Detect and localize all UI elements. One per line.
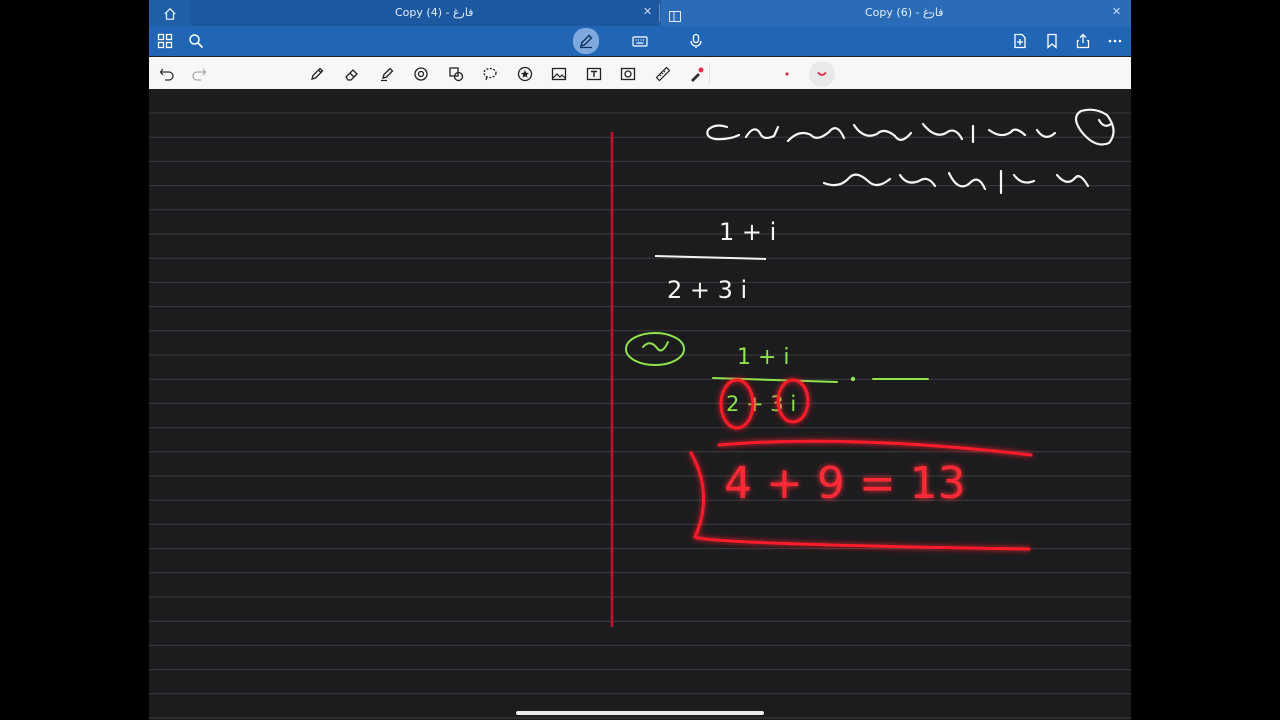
- favorite-star-icon[interactable]: [514, 63, 536, 85]
- chevron-down-icon[interactable]: ⌄: [927, 7, 935, 17]
- redo-icon[interactable]: [188, 63, 210, 85]
- arabic-handwriting-line-2: [822, 169, 1090, 195]
- red-dot-icon[interactable]: [776, 63, 798, 85]
- more-icon[interactable]: [1103, 29, 1127, 53]
- tab-copy-6[interactable]: Copy (6) - فارغ ⌄ ✕: [661, 0, 1131, 26]
- ruler-icon[interactable]: [652, 63, 674, 85]
- close-tab-icon[interactable]: ✕: [1112, 5, 1121, 18]
- share-icon[interactable]: [1071, 29, 1095, 53]
- lasso-icon[interactable]: [479, 63, 501, 85]
- keyboard-icon[interactable]: [628, 29, 652, 53]
- home-indicator[interactable]: [516, 711, 764, 715]
- tab-divider: [659, 4, 660, 22]
- scan-icon[interactable]: [617, 63, 639, 85]
- ruled-lines: [149, 112, 1131, 719]
- pen-draw-icon[interactable]: [573, 28, 599, 54]
- tray-divider: [709, 63, 710, 83]
- arabic-handwriting-line-1: [706, 108, 1115, 146]
- main-toolbar: [149, 26, 1131, 56]
- pen-icon[interactable]: [306, 63, 328, 85]
- ink-layer: 1 + i 2 + 3 i 1 + i 2 + 3 i 4 + 9 = 13: [149, 108, 1131, 719]
- undo-icon[interactable]: [156, 63, 178, 85]
- note-app: Copy (4) - فارغ ✕ Copy (6) - فارغ ⌄ ✕ 1 …: [149, 0, 1131, 720]
- tab-title: Copy (4) - فارغ: [395, 6, 474, 19]
- denominator-text: 2 + 3 i: [667, 276, 747, 304]
- image-icon[interactable]: [548, 63, 570, 85]
- result-text: 4 + 9 = 13: [724, 458, 966, 509]
- laser-pointer-icon[interactable]: [686, 63, 708, 85]
- highlighter-icon[interactable]: [376, 63, 398, 85]
- green-numerator-text: 1 + i: [737, 345, 790, 370]
- tab-bar: Copy (4) - فارغ ✕ Copy (6) - فارغ ⌄ ✕: [149, 0, 1131, 26]
- close-tab-icon[interactable]: ✕: [643, 5, 652, 18]
- note-canvas[interactable]: 1 + i 2 + 3 i 1 + i 2 + 3 i 4 + 9 = 13: [149, 89, 1131, 720]
- lasso-shape-icon[interactable]: [410, 63, 432, 85]
- home-tab[interactable]: [149, 0, 191, 26]
- home-icon[interactable]: [163, 6, 177, 25]
- add-page-icon[interactable]: [1008, 29, 1032, 53]
- tab-copy-4[interactable]: Copy (4) - فارغ ✕: [191, 0, 659, 26]
- shape-select-icon[interactable]: [445, 63, 467, 85]
- microphone-icon[interactable]: [684, 29, 708, 53]
- selected-color-swatch[interactable]: [809, 61, 835, 87]
- grid-icon[interactable]: [153, 29, 177, 53]
- text-box-icon[interactable]: [583, 63, 605, 85]
- split-view-icon[interactable]: [669, 7, 681, 26]
- pen-tray: [149, 57, 1131, 90]
- numerator-text: 1 + i: [719, 218, 776, 246]
- search-icon[interactable]: [184, 29, 208, 53]
- green-denominator-text: 2 + 3 i: [726, 392, 796, 416]
- eraser-icon[interactable]: [341, 63, 363, 85]
- bookmark-icon[interactable]: [1040, 29, 1064, 53]
